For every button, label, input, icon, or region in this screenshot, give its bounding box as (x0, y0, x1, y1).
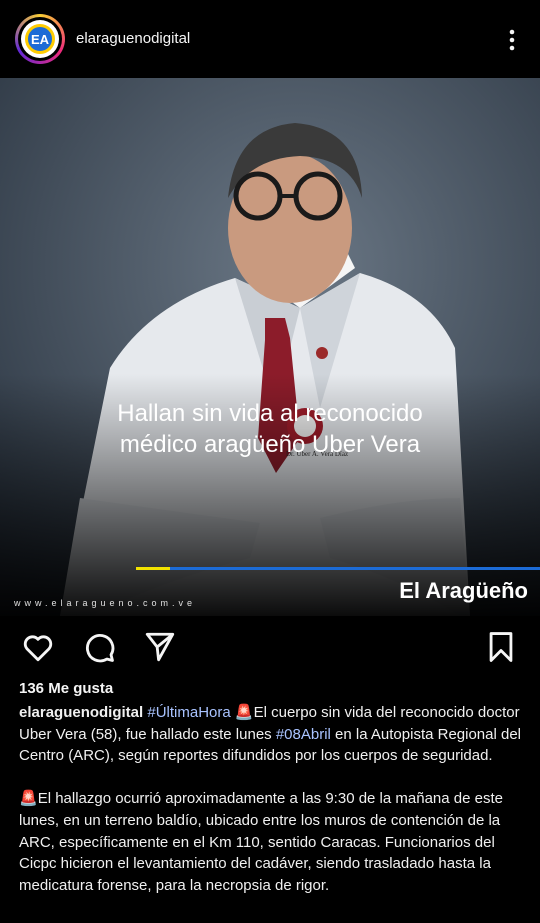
caption-username[interactable]: elaraguenodigital (19, 704, 143, 721)
more-vertical-icon[interactable] (502, 26, 522, 54)
post-actions (0, 616, 540, 680)
siren-emoji-2: 🚨 (19, 790, 38, 808)
avatar-logo: EA (25, 24, 55, 54)
accent-bar-yellow (136, 567, 170, 570)
accent-bar-blue (170, 567, 540, 570)
send-icon[interactable] (143, 630, 177, 664)
avatar[interactable]: EA (15, 14, 65, 64)
comment-icon[interactable] (82, 630, 116, 664)
hashtag-08abril[interactable]: #08Abril (276, 726, 331, 743)
website-label: www.elaragueno.com.ve (14, 598, 197, 608)
brand-logo: El Aragüeño (399, 578, 528, 603)
doctor-portrait: Dr. Uber A. Vera Díaz (0, 78, 540, 616)
post-image[interactable]: Dr. Uber A. Vera Díaz (0, 78, 540, 616)
bookmark-icon[interactable] (484, 630, 518, 664)
username[interactable]: elaraguenodigital (76, 30, 190, 47)
post-headline: Hallan sin vida al reconocido médico ara… (0, 398, 540, 460)
likes-count[interactable]: 136 Me gusta (19, 680, 113, 697)
caption-paragraph-2: El hallazgo ocurrió aproximadamente a la… (19, 790, 503, 894)
post-header: EA elaraguenodigital (0, 0, 540, 78)
heart-icon[interactable] (21, 630, 55, 664)
hashtag-ultimahora[interactable]: #ÚltimaHora (147, 704, 230, 721)
headline-line-2: médico aragüeño Uber Vera (119, 431, 421, 458)
siren-emoji: 🚨 (234, 704, 254, 721)
headline-line-1: Hallan sin vida al reconocido (117, 400, 423, 427)
post-caption: elaraguenodigital #ÚltimaHora 🚨El cuerpo… (19, 702, 523, 897)
